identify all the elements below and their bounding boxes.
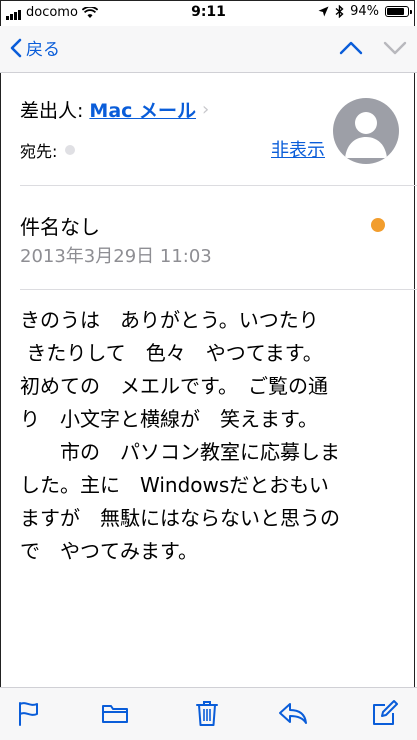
divider (20, 289, 417, 290)
from-row[interactable]: 差出人: Mac メール › (20, 96, 209, 123)
chevron-right-icon: › (202, 99, 210, 120)
move-to-folder-button[interactable] (100, 698, 130, 728)
battery-icon (385, 6, 412, 17)
navigation-bar: 戻る (0, 26, 417, 73)
chevron-down-icon (383, 41, 407, 55)
message-date: 2013年3月29日 11:03 (20, 246, 212, 267)
location-icon (318, 6, 329, 17)
flag-button[interactable] (13, 698, 43, 728)
status-bar: docomo 9:11 94% (0, 0, 417, 26)
flag-icon (19, 702, 38, 726)
delete-button[interactable] (192, 698, 222, 728)
sender-name-link[interactable]: Mac メール (89, 96, 196, 123)
compose-button[interactable] (370, 698, 400, 728)
to-row: 宛先: (20, 138, 76, 162)
chevron-up-icon (339, 41, 363, 55)
back-label: 戻る (26, 40, 60, 60)
to-label: 宛先: (20, 142, 58, 161)
previous-message-button[interactable] (337, 34, 365, 62)
battery-percent: 94% (350, 4, 379, 19)
compose-icon (373, 700, 398, 725)
next-message-button[interactable] (381, 34, 409, 62)
avatar[interactable] (333, 98, 399, 164)
person-icon (345, 112, 387, 158)
reply-button[interactable] (278, 698, 308, 728)
bluetooth-icon (335, 5, 344, 18)
trash-icon (196, 701, 218, 726)
folder-icon (102, 705, 128, 723)
chevron-left-icon (10, 38, 22, 57)
message-subject: 件名なし (20, 215, 100, 239)
hide-details-link[interactable]: 非表示 (271, 136, 325, 162)
from-label: 差出人: (20, 100, 84, 122)
reply-icon (279, 703, 307, 724)
message-body: きのうは ありがとう。いつたり きたりして 色々 やつてます。 初めての メエル… (20, 308, 340, 563)
divider (20, 185, 417, 186)
back-button[interactable]: 戻る (10, 35, 60, 60)
recipient-redacted[interactable] (65, 145, 76, 155)
unread-dot-icon[interactable] (371, 218, 385, 232)
bottom-toolbar (0, 687, 417, 740)
message-header: 差出人: Mac メール › 宛先: 非表示 (0, 72, 417, 185)
